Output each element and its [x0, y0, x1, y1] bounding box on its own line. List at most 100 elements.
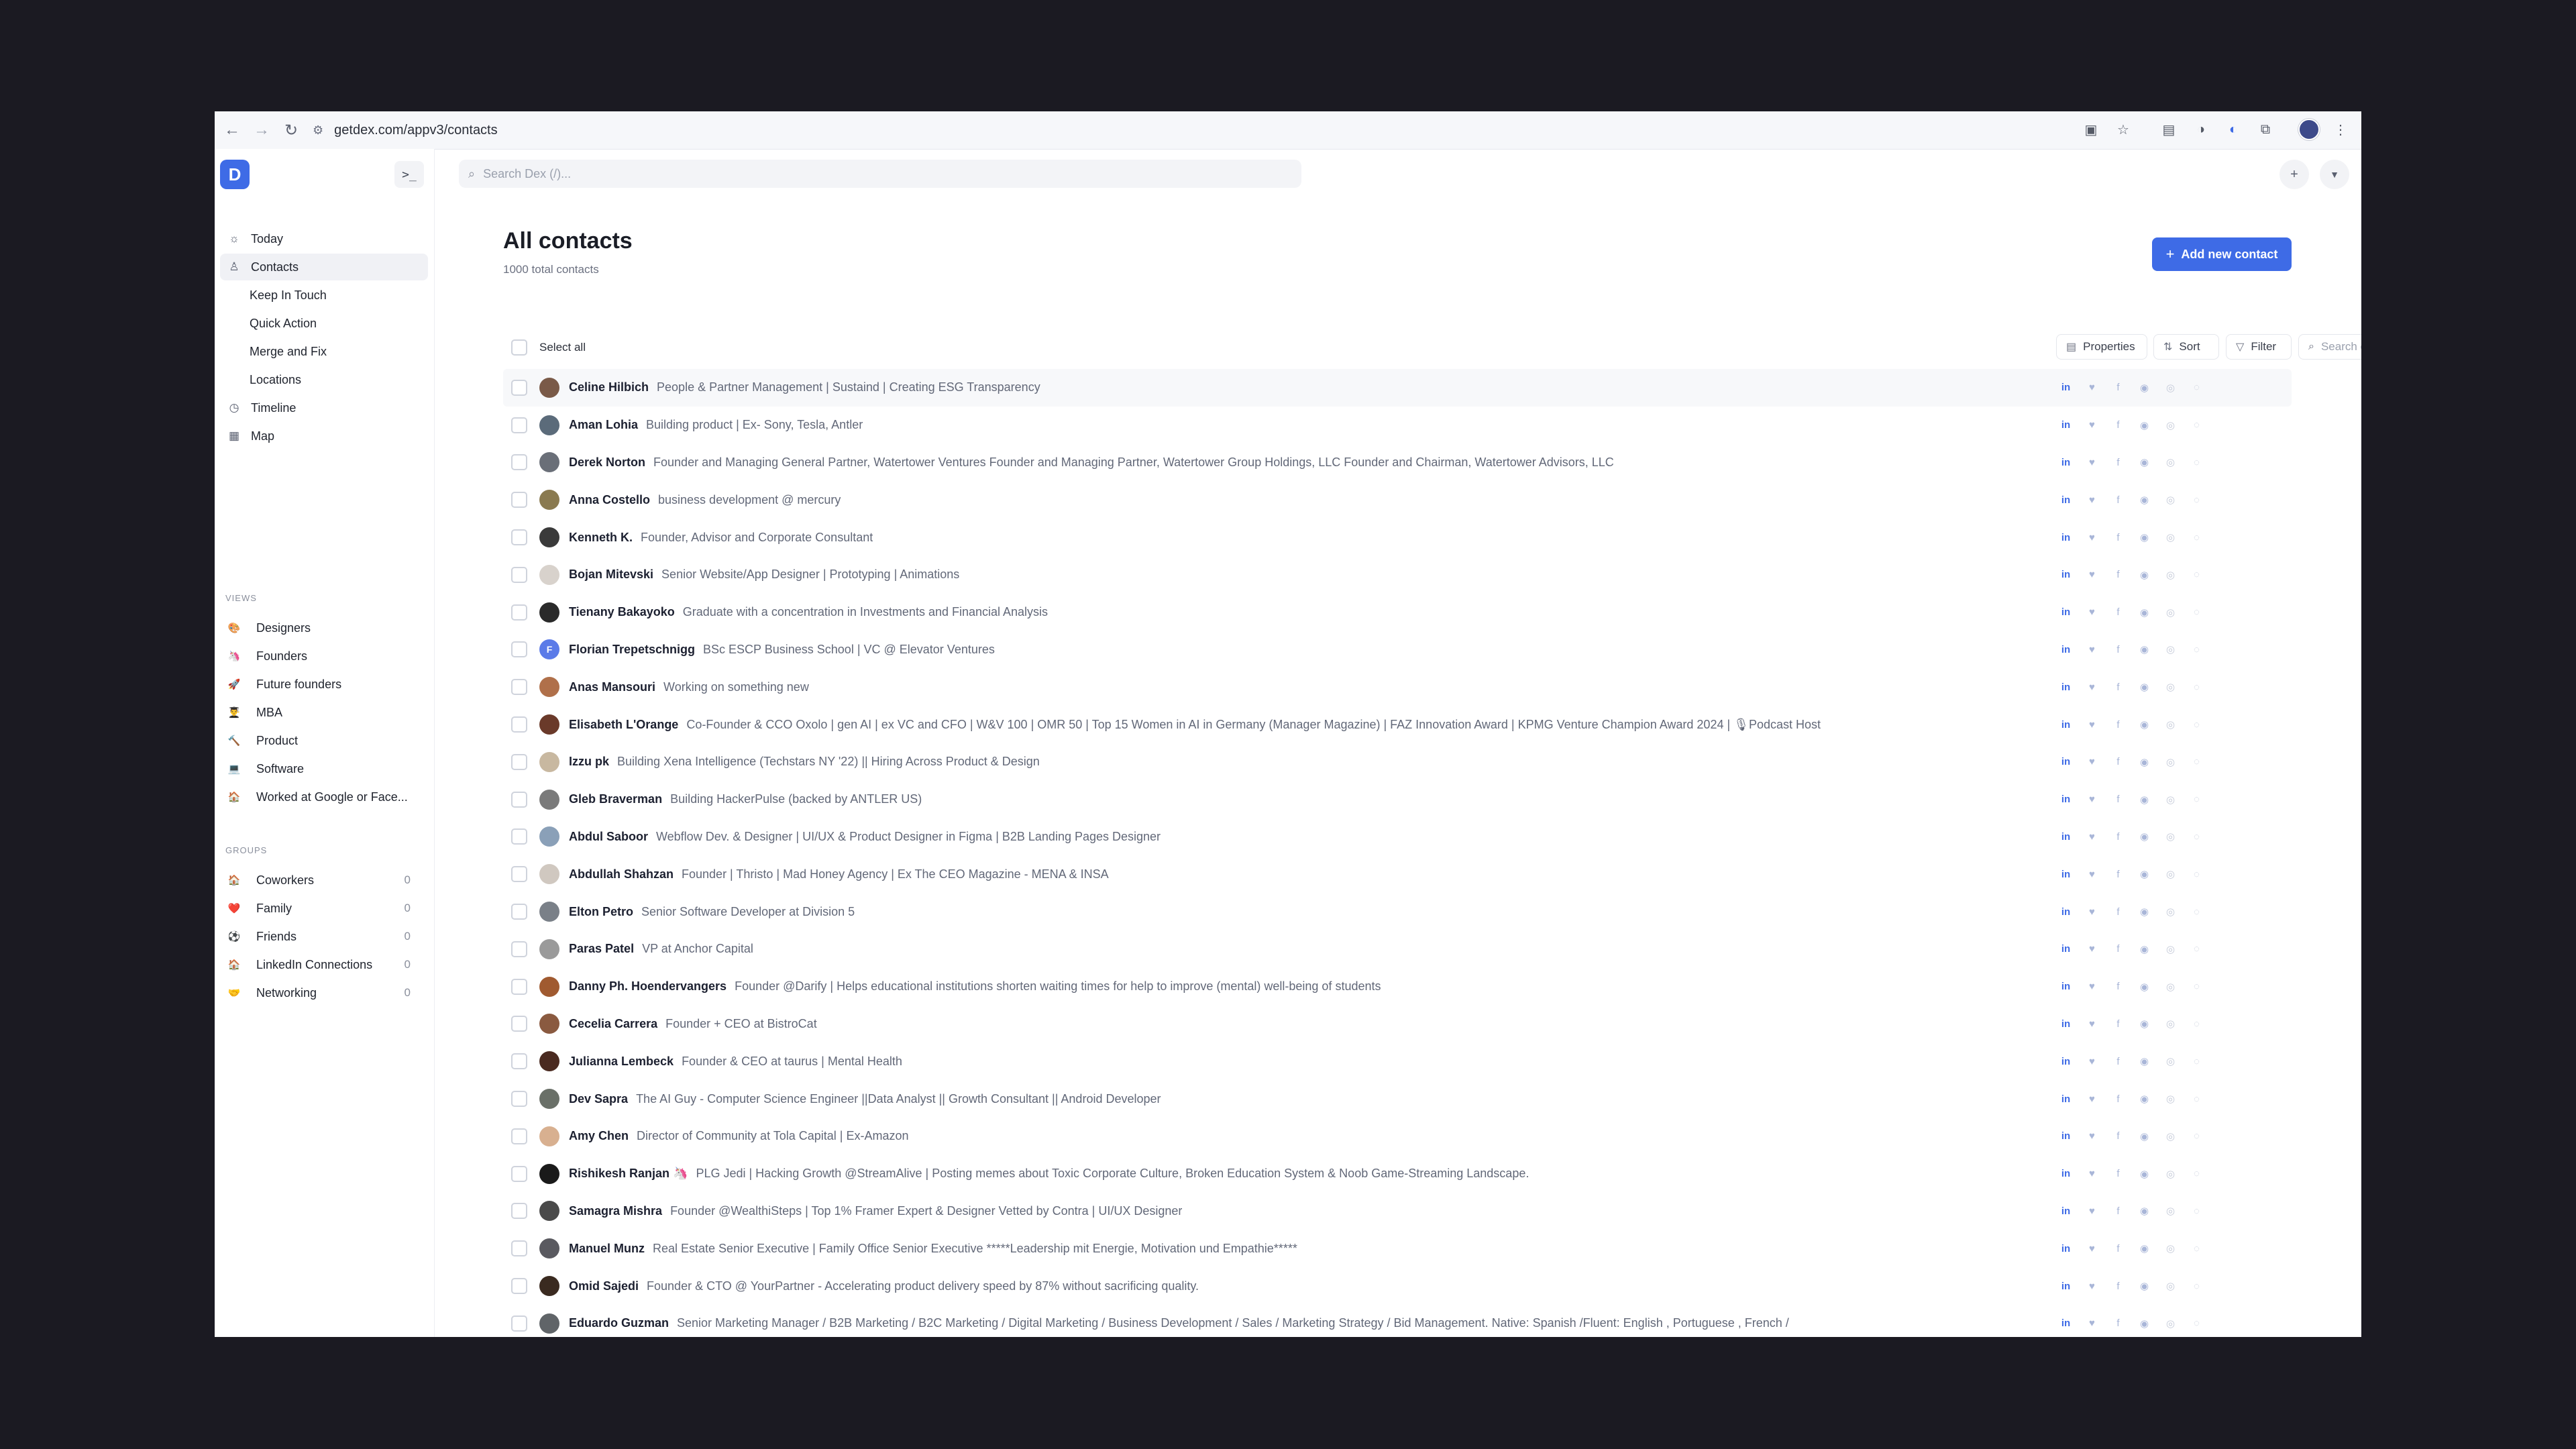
avatar[interactable] — [539, 714, 559, 735]
contact-row[interactable]: Paras Patel VP at Anchor Capital in ♥ f ◉ ◎ ◌ — [503, 930, 2292, 968]
contact-row[interactable]: Izzu pk Building Xena Intelligence (Techs… — [503, 743, 2292, 781]
whatsapp-icon[interactable]: ◌ — [2184, 569, 2210, 580]
twitter-icon[interactable]: ♥ — [2079, 682, 2105, 693]
messenger-icon[interactable]: ◉ — [2131, 981, 2157, 993]
instagram-icon[interactable]: ◎ — [2157, 756, 2184, 768]
group-family[interactable]: ❤️ Family 0 — [220, 895, 428, 922]
instagram-icon[interactable]: ◎ — [2157, 830, 2184, 843]
avatar[interactable] — [539, 452, 559, 473]
view-product[interactable]: 🔨 Product — [220, 727, 428, 754]
contact-name[interactable]: Aman Lohia — [569, 418, 638, 432]
contact-name[interactable]: Florian Trepetschnigg — [569, 643, 695, 657]
contact-name[interactable]: Amy Chen — [569, 1129, 629, 1143]
facebook-icon[interactable]: f — [2105, 1168, 2131, 1179]
avatar[interactable] — [539, 976, 559, 997]
facebook-icon[interactable]: f — [2105, 1205, 2131, 1217]
messenger-icon[interactable]: ◉ — [2131, 1280, 2157, 1292]
whatsapp-icon[interactable]: ◌ — [2184, 606, 2210, 618]
instagram-icon[interactable]: ◎ — [2157, 531, 2184, 543]
instagram-icon[interactable]: ◎ — [2157, 1093, 2184, 1105]
twitter-icon[interactable]: ♥ — [2079, 1243, 2105, 1254]
row-checkbox[interactable] — [511, 1165, 527, 1182]
instagram-icon[interactable]: ◎ — [2157, 1205, 2184, 1217]
instagram-icon[interactable]: ◎ — [2157, 569, 2184, 581]
view-mba[interactable]: 👨‍🎓 MBA — [220, 699, 428, 726]
whatsapp-icon[interactable]: ◌ — [2184, 1056, 2210, 1067]
facebook-icon[interactable]: f — [2105, 1318, 2131, 1329]
reload-icon[interactable]: ↻ — [279, 118, 303, 142]
group-networking[interactable]: 🤝 Networking 0 — [220, 979, 428, 1006]
avatar[interactable] — [539, 826, 559, 847]
plus-button[interactable]: + — [2279, 160, 2309, 189]
twitter-icon[interactable]: ♥ — [2079, 1130, 2105, 1142]
linkedin-icon[interactable]: in — [2053, 906, 2079, 918]
facebook-icon[interactable]: f — [2105, 1130, 2131, 1142]
instagram-icon[interactable]: ◎ — [2157, 906, 2184, 918]
view-founders[interactable]: 🦄 Founders — [220, 643, 428, 669]
messenger-icon[interactable]: ◉ — [2131, 830, 2157, 843]
contact-row[interactable]: Abdullah Shahzan Founder | Thristo | Mad … — [503, 855, 2292, 893]
avatar[interactable] — [539, 789, 559, 810]
avatar[interactable] — [539, 415, 559, 435]
contact-name[interactable]: Derek Norton — [569, 455, 645, 470]
facebook-icon[interactable]: f — [2105, 943, 2131, 955]
avatar[interactable] — [539, 751, 559, 772]
whatsapp-icon[interactable]: ◌ — [2184, 943, 2210, 955]
linkedin-icon[interactable]: in — [2053, 1243, 2079, 1254]
instagram-icon[interactable]: ◎ — [2157, 1280, 2184, 1292]
row-checkbox[interactable] — [511, 417, 527, 433]
messenger-icon[interactable]: ◉ — [2131, 756, 2157, 768]
twitter-icon[interactable]: ♥ — [2079, 1318, 2105, 1329]
linkedin-icon[interactable]: in — [2053, 569, 2079, 580]
twitter-icon[interactable]: ♥ — [2079, 494, 2105, 506]
twitter-icon[interactable]: ♥ — [2079, 719, 2105, 731]
instagram-icon[interactable]: ◎ — [2157, 1242, 2184, 1254]
linkedin-icon[interactable]: in — [2053, 1168, 2079, 1179]
nav-today[interactable]: ☼ Today — [220, 225, 428, 252]
instagram-icon[interactable]: ◎ — [2157, 1018, 2184, 1030]
facebook-icon[interactable]: f — [2105, 606, 2131, 618]
twitter-icon[interactable]: ♥ — [2079, 382, 2105, 393]
linkedin-icon[interactable]: in — [2053, 682, 2079, 693]
linkedin-icon[interactable]: in — [2053, 1093, 2079, 1105]
messenger-icon[interactable]: ◉ — [2131, 1242, 2157, 1254]
instagram-icon[interactable]: ◎ — [2157, 718, 2184, 731]
twitter-icon[interactable]: ♥ — [2079, 532, 2105, 543]
linkedin-icon[interactable]: in — [2053, 831, 2079, 843]
nav-contacts[interactable]: ♙ Contacts — [220, 254, 428, 280]
contact-name[interactable]: Rishikesh Ranjan 🦄 — [569, 1167, 688, 1181]
messenger-icon[interactable]: ◉ — [2131, 868, 2157, 880]
messenger-icon[interactable]: ◉ — [2131, 906, 2157, 918]
row-checkbox[interactable] — [511, 791, 527, 808]
facebook-icon[interactable]: f — [2105, 794, 2131, 805]
messenger-icon[interactable]: ◉ — [2131, 943, 2157, 955]
sort-button[interactable]: ⇅ Sort — [2153, 334, 2219, 360]
whatsapp-icon[interactable]: ◌ — [2184, 1130, 2210, 1142]
twitter-icon[interactable]: ♥ — [2079, 569, 2105, 580]
linkedin-icon[interactable]: in — [2053, 794, 2079, 805]
contact-name[interactable]: Paras Patel — [569, 942, 634, 956]
avatar[interactable] — [539, 490, 559, 511]
avatar[interactable] — [539, 938, 559, 959]
row-checkbox[interactable] — [511, 1278, 527, 1295]
view-software[interactable]: 💻 Software — [220, 755, 428, 782]
avatar[interactable] — [539, 377, 559, 398]
row-checkbox[interactable] — [511, 941, 527, 957]
view-worked-at-google[interactable]: 🏠 Worked at Google or Face... — [220, 784, 428, 810]
contact-row[interactable]: Eduardo Guzman Senior Marketing Manager /… — [503, 1305, 2292, 1337]
whatsapp-icon[interactable]: ◌ — [2184, 1093, 2210, 1105]
group-coworkers[interactable]: 🏠 Coworkers 0 — [220, 867, 428, 894]
messenger-icon[interactable]: ◉ — [2131, 606, 2157, 619]
contact-name[interactable]: Gleb Braverman — [569, 792, 662, 806]
row-checkbox[interactable] — [511, 1091, 527, 1108]
messenger-icon[interactable]: ◉ — [2131, 681, 2157, 693]
contact-name[interactable]: Anna Costello — [569, 493, 650, 507]
select-all[interactable]: Select all — [511, 339, 586, 356]
command-terminal-button[interactable]: >_ — [394, 161, 424, 188]
linkedin-icon[interactable]: in — [2053, 457, 2079, 468]
linkedin-icon[interactable]: in — [2053, 1318, 2079, 1329]
row-checkbox[interactable] — [511, 1016, 527, 1032]
address-bar[interactable]: ⚙ getdex.com/appv3/contacts — [313, 123, 498, 138]
facebook-icon[interactable]: f — [2105, 981, 2131, 992]
whatsapp-icon[interactable]: ◌ — [2184, 494, 2210, 506]
